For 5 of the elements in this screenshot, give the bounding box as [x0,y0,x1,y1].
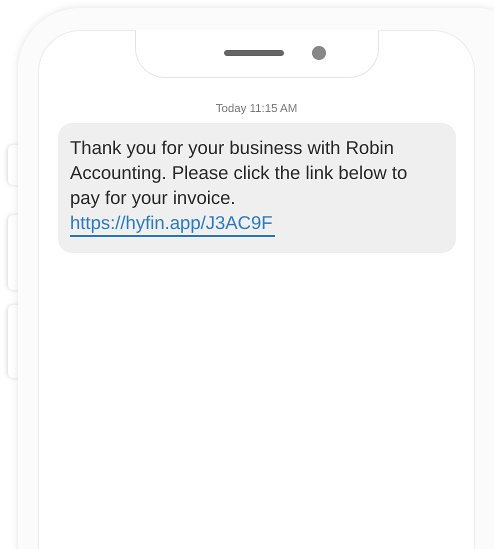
message-timestamp: Today 11:15 AM [214,102,298,117]
invoice-link[interactable]: https://hyfin.app/J3AC9F [70,211,275,238]
message-text: Thank you for your business with Robin Accounting. Please click the link below to pay for your invoice. [70,137,408,208]
speaker-icon [224,50,284,56]
camera-icon [312,46,326,60]
